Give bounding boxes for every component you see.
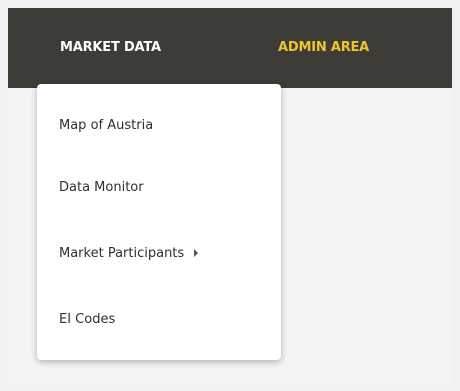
menu-item-market-participants[interactable]: Market Participants — [59, 244, 199, 264]
nav-market-data[interactable]: MARKET DATA — [60, 8, 161, 88]
chevron-right-icon — [194, 248, 199, 257]
menu-item-label: Market Participants — [59, 246, 185, 261]
menu-item-label: Map of Austria — [59, 118, 154, 133]
menu-item-label: EI Codes — [59, 312, 116, 327]
menu-item-label: Data Monitor — [59, 180, 144, 195]
menu-item-map-of-austria[interactable]: Map of Austria — [59, 116, 153, 136]
top-navbar: MARKET DATA ADMIN AREA — [8, 8, 452, 88]
menu-item-ei-codes[interactable]: EI Codes — [59, 310, 115, 330]
nav-admin-area[interactable]: ADMIN AREA — [278, 8, 369, 88]
market-data-dropdown: Map of Austria Data Monitor Market Parti… — [37, 84, 281, 360]
menu-item-data-monitor[interactable]: Data Monitor — [59, 178, 144, 198]
